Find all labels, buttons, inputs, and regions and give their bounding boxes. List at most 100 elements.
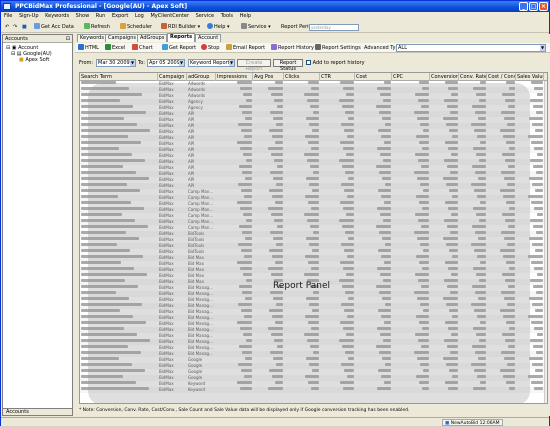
close-button[interactable]: × <box>539 2 548 11</box>
report-type-select[interactable]: Keyword Report ▼ <box>188 59 235 67</box>
blurred-value <box>532 123 543 126</box>
excel-button[interactable]: Excel <box>105 44 125 52</box>
col-clicks[interactable]: Clicks <box>284 73 320 81</box>
tab-strip: Keywords Campaigns AdGroups Reports Acco… <box>75 33 550 42</box>
col-conversions[interactable]: Conversions <box>430 73 459 81</box>
get-acc-data-button[interactable]: Get Acc Data <box>32 23 76 32</box>
report-status-button[interactable]: Report Status <box>273 59 303 72</box>
blurred-value <box>529 237 543 240</box>
tab-keywords[interactable]: Keywords <box>77 34 107 42</box>
save-icon[interactable]: ■ <box>20 23 29 32</box>
col-campaign[interactable]: Campaign <box>158 73 187 81</box>
report-history-button[interactable]: Report History <box>271 44 314 52</box>
blurred-value <box>534 267 543 270</box>
menu-bar: File Sign-Up Keywords Show Run Export Lo… <box>1 12 549 21</box>
builder-icon <box>161 23 167 29</box>
menu-run[interactable]: Run <box>96 13 106 19</box>
forward-icon[interactable]: ↷ <box>11 23 19 32</box>
blurred-value <box>532 303 543 306</box>
window-title: PPCBidMax Professional - [Google(AU) - A… <box>15 3 188 10</box>
blurred-value <box>533 105 543 108</box>
blurred-value <box>532 183 543 186</box>
html-button[interactable]: HTML <box>78 44 99 52</box>
grid-header: Search Term Campaign adGroup Impressions… <box>80 73 547 81</box>
blurred-value <box>532 243 543 246</box>
blurred-value <box>528 315 543 318</box>
col-cost[interactable]: Cost <box>355 73 392 81</box>
title-bar: PPCBidMax Professional - [Google(AU) - A… <box>1 1 549 12</box>
history-icon <box>271 44 277 50</box>
clock-icon <box>120 23 126 29</box>
col-avg-pos[interactable]: Avg Pos <box>253 73 284 81</box>
menu-tools[interactable]: Tools <box>221 13 233 19</box>
stop-icon <box>201 44 207 50</box>
menu-show[interactable]: Show <box>76 13 90 19</box>
grid-vertical-scrollbar[interactable] <box>544 81 547 403</box>
blurred-value <box>537 273 543 276</box>
tab-adgroups[interactable]: AdGroups <box>137 34 168 42</box>
col-impressions[interactable]: Impressions <box>216 73 253 81</box>
get-report-button[interactable]: Get Report <box>162 44 196 52</box>
menu-export[interactable]: Export <box>112 13 128 19</box>
advanced-type-select[interactable]: ALL ▼ <box>396 44 546 52</box>
blurred-value <box>537 153 543 156</box>
menu-myclientcenter[interactable]: MyClientCenter <box>150 13 189 19</box>
report-settings-button[interactable]: Report Settings <box>315 44 361 52</box>
autobid-icon: ■ <box>445 421 450 426</box>
blurred-value <box>529 177 543 180</box>
tree-item-apex-soft[interactable]: ■ Apex Soft <box>3 57 72 63</box>
from-date-input[interactable]: Mar 30 2009 ▼ <box>96 59 136 67</box>
col-adgroup[interactable]: adGroup <box>187 73 216 81</box>
tab-reports[interactable]: Reports <box>167 33 196 42</box>
tab-account[interactable]: Account <box>195 34 222 42</box>
col-cost-conv[interactable]: Cost / Conv. <box>487 73 516 81</box>
add-history-checkbox[interactable]: Add to report history <box>306 60 365 67</box>
gear-icon <box>241 23 247 29</box>
menu-keywords[interactable]: Keywords <box>45 13 69 19</box>
scheduler-button[interactable]: Scheduler <box>118 23 154 32</box>
rdi-builder-button[interactable]: RDI Builder ▾ <box>159 23 202 32</box>
blurred-value <box>530 159 543 162</box>
accounts-tab[interactable]: Accounts <box>2 408 73 416</box>
report-period-input[interactable]: yesterday <box>309 24 359 31</box>
create-report-button[interactable]: Create Report <box>237 59 271 72</box>
pin-icon[interactable]: ⊡ <box>66 35 70 43</box>
help-button[interactable]: Help ▾ <box>205 23 232 32</box>
blurred-value <box>535 129 543 132</box>
menu-help[interactable]: Help <box>240 13 251 19</box>
col-conv-rate[interactable]: Conv. Rate <box>459 73 487 81</box>
blurred-value <box>529 117 543 120</box>
col-cpc[interactable]: CPC <box>392 73 430 81</box>
chart-button[interactable]: Chart <box>132 44 153 52</box>
app-icon <box>3 3 11 10</box>
minimize-button[interactable]: _ <box>519 2 528 11</box>
email-report-button[interactable]: Email Report <box>226 44 265 52</box>
blurred-value <box>528 255 543 258</box>
to-date-input[interactable]: Apr 05 2009 ▼ <box>147 59 185 67</box>
col-sales-value[interactable]: Sales Value <box>516 73 544 81</box>
blurred-value <box>533 285 543 288</box>
blurred-value <box>536 171 543 174</box>
col-search-term[interactable]: Search Term <box>80 73 158 81</box>
stop-button[interactable]: Stop <box>201 44 219 52</box>
service-button[interactable]: Service ▾ <box>239 23 273 32</box>
blurred-value <box>536 351 543 354</box>
menu-file[interactable]: File <box>4 13 12 19</box>
blurred-value <box>531 81 543 84</box>
accounts-panel: Accounts ⊡ ⊟ ▣ Account ⊟ ▤ Google(AU) ■ … <box>2 34 73 416</box>
blurred-value <box>534 387 543 390</box>
menu-sign-up[interactable]: Sign-Up <box>19 13 39 19</box>
menu-log[interactable]: Log <box>135 13 144 19</box>
settings-icon <box>315 44 321 50</box>
accounts-panel-title: Accounts <box>5 36 28 42</box>
back-icon[interactable]: ↶ <box>3 23 11 32</box>
menu-service[interactable]: Service <box>196 13 214 19</box>
tab-campaigns[interactable]: Campaigns <box>105 34 140 42</box>
refresh-button[interactable]: Refresh <box>82 23 112 32</box>
chart-icon <box>132 44 138 50</box>
maximize-button[interactable]: □ <box>529 2 538 11</box>
excel-icon <box>105 44 111 50</box>
blurred-value <box>536 111 543 114</box>
calendar-dropdown-icon: ▼ <box>179 60 184 66</box>
col-ctr[interactable]: CTR <box>320 73 355 81</box>
